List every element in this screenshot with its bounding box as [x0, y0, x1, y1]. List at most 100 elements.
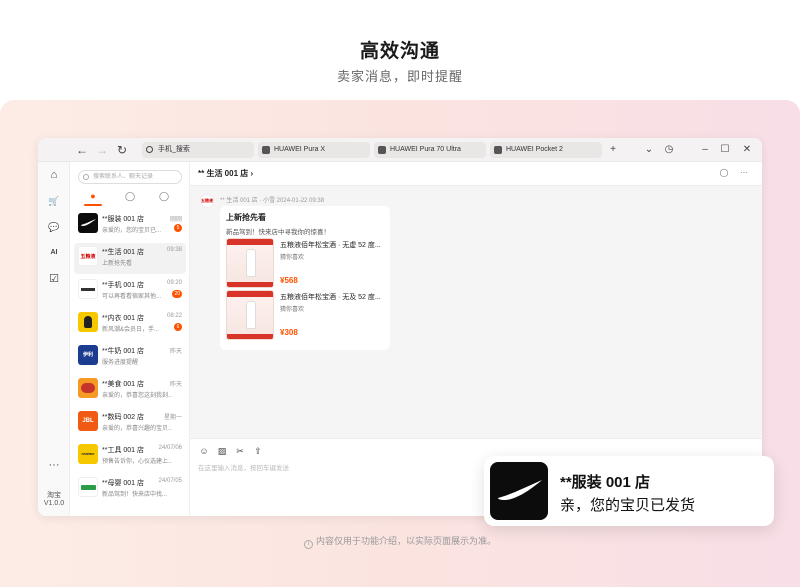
image-icon[interactable]: ▨	[216, 445, 228, 457]
avatar: 五粮液	[78, 246, 98, 266]
conversation-item[interactable]: **母婴 001 店 24/07/05 新品驾到！快来店中找...	[74, 474, 186, 505]
forward-button[interactable]: →	[94, 142, 110, 158]
tab-pura-70-ultra[interactable]: HUAWEI Pura 70 Ultra	[374, 142, 486, 158]
tab-pocket-2[interactable]: HUAWEI Pocket 2	[490, 142, 602, 158]
product-price: ¥308	[280, 328, 298, 337]
home-icon[interactable]: ⌂	[47, 168, 61, 182]
product-name: 五粮液佰年松宝酒 · 无虚 52 度...	[280, 240, 386, 250]
tab-label: HUAWEI Pura 70 Ultra	[390, 146, 461, 153]
message-input[interactable]: 在这里输入消息，按回车键发送	[198, 462, 289, 472]
swoosh-logo-icon	[490, 462, 548, 520]
tab-label: HUAWEI Pura X	[274, 146, 325, 153]
person-icon[interactable]: ◯	[718, 167, 730, 179]
group-icon[interactable]: ◯	[158, 190, 170, 202]
reload-button[interactable]: ↻	[114, 142, 130, 158]
product-thumb-icon	[262, 146, 270, 154]
product-card[interactable]: 五粮液佰年松宝酒 · 无虚 52 度... 猜你喜欢 ¥568	[226, 238, 386, 288]
close-button[interactable]: ✕	[740, 142, 754, 158]
chat-title-text: ** 生活 001 店	[198, 169, 248, 178]
chat-header: ** 生活 001 店 › ◯ ···	[190, 162, 762, 186]
left-rail: ⌂ 🛒 💬 AI ☑ ··· 淘宝 V1.0.0	[38, 162, 70, 516]
unread-badge: 6	[174, 323, 182, 331]
conversation-preview: 新品驾到！快来店中找...	[102, 489, 172, 498]
search-placeholder: 搜索联系人、聊天记录	[93, 174, 153, 180]
active-filter-underline	[84, 204, 102, 206]
conversation-name: **工具 001 店	[102, 445, 144, 455]
product-card[interactable]: 五粮液佰年松宝酒 · 无及 52 度... 猜你喜欢 ¥308	[226, 290, 386, 340]
unread-badge: 5	[174, 224, 182, 232]
conversation-item[interactable]: 伊利 **牛奶 001 店 昨天 服务进度提醒	[74, 342, 186, 373]
conversation-time: 08:22	[167, 313, 182, 319]
product-name: 五粮液佰年松宝酒 · 无及 52 度...	[280, 292, 386, 302]
tab-label: 手机_搜索	[158, 146, 190, 153]
orders-icon[interactable]: ☑	[47, 272, 61, 286]
emoji-icon[interactable]: ☺	[198, 445, 210, 457]
conversation-name: **内衣 001 店	[102, 313, 144, 323]
conversation-item[interactable]: **手机 001 店 09:20 可以再看看宿家其他... 20	[74, 276, 186, 307]
conversation-time: 星期一	[164, 412, 182, 421]
tab-dropdown-button[interactable]: ⌄	[642, 142, 656, 158]
more-icon[interactable]: ···	[47, 458, 61, 472]
conversation-preview: 预售告诉你，心仪选建上...	[102, 456, 172, 465]
product-price: ¥568	[280, 276, 298, 285]
filter-tabs: ● ◯ ◯	[70, 190, 190, 204]
conversation-item[interactable]: realme **工具 001 店 24/07/06 预售告诉你，心仪选建上..…	[74, 441, 186, 472]
back-button[interactable]: ←	[74, 142, 90, 158]
message-meta: ** 生活 001 店 · 小雪 2024-01-22 09:38	[220, 195, 324, 204]
notification-popup[interactable]: **服装 001 店 亲，您的宝贝已发货	[484, 456, 774, 526]
conversation-item[interactable]: **服装 001 店 刚刚 亲爱的，您的宝贝已... 5	[74, 210, 186, 241]
footnote: i内容仅用于功能介绍，以实际页面展示为准。	[0, 534, 800, 549]
avatar	[78, 312, 98, 332]
chevron-right-icon: ›	[250, 169, 253, 178]
more-icon[interactable]: ···	[738, 167, 750, 179]
card-title: 上新抢先看	[226, 212, 266, 223]
app-name: 淘宝	[38, 490, 70, 500]
message-card: 上新抢先看 新品驾到！快来店中寻我你的惊喜！ 五粮液佰年松宝酒 · 无虚 52 …	[220, 206, 390, 350]
conversation-name: **美食 001 店	[102, 379, 144, 389]
conversation-name: **数码 002 店	[102, 412, 144, 422]
avatar	[78, 378, 98, 398]
sender-avatar: 五粮液	[200, 194, 214, 208]
search-input[interactable]: 搜索联系人、聊天记录	[78, 170, 182, 184]
conversation-preview: 可以再看看宿家其他...	[102, 291, 172, 300]
ai-icon[interactable]: AI	[47, 246, 61, 260]
info-icon: i	[304, 540, 313, 549]
browser-topbar: ← → ↻ 手机_搜索 HUAWEI Pura X HUAWEI Pura 70…	[38, 138, 762, 162]
tab-pura-x[interactable]: HUAWEI Pura X	[258, 142, 370, 158]
footnote-text: 内容仅用于功能介绍，以实际页面展示为准。	[316, 536, 496, 546]
conversation-name: **手机 001 店	[102, 280, 144, 290]
conversation-preview: 服务进度提醒	[102, 357, 172, 366]
avatar	[78, 279, 98, 299]
cart-icon[interactable]: 🛒	[47, 194, 61, 208]
search-icon	[146, 146, 153, 153]
conversation-time: 刚刚	[170, 214, 182, 223]
message-icon[interactable]: 💬	[47, 220, 61, 234]
avatar: JBL	[78, 411, 98, 431]
conversation-item[interactable]: **美食 001 店 昨天 亲爱的，恭喜您这刻我刻...	[74, 375, 186, 406]
maximize-button[interactable]: ☐	[718, 142, 732, 158]
avatar	[78, 477, 98, 497]
conversation-item[interactable]: JBL **数码 002 店 星期一 亲爱的，恭喜兴趣的宝贝...	[74, 408, 186, 439]
tab-search[interactable]: 手机_搜索	[142, 142, 254, 158]
conversation-preview: 亲爱的，恭喜兴趣的宝贝...	[102, 423, 172, 432]
history-button[interactable]: ◷	[662, 142, 676, 158]
upload-icon[interactable]: ⇪	[252, 445, 264, 457]
conversation-item[interactable]: **内衣 001 店 08:22 新风潮&会员日，手... 6	[74, 309, 186, 340]
product-image	[226, 290, 274, 340]
person-icon[interactable]: ◯	[124, 190, 136, 202]
minimize-button[interactable]: –	[698, 142, 712, 158]
conversation-time: 昨天	[170, 346, 182, 355]
filter-all-icon[interactable]: ●	[87, 190, 99, 202]
conversation-preview: 上新抢先看	[102, 258, 172, 267]
chat-title[interactable]: ** 生活 001 店 ›	[198, 168, 253, 179]
conversation-preview: 亲爱的，恭喜您这刻我刻...	[102, 390, 172, 399]
product-thumb-icon	[494, 146, 502, 154]
new-tab-button[interactable]: +	[606, 142, 620, 158]
conversation-name: **母婴 001 店	[102, 478, 144, 488]
scissors-icon[interactable]: ✂	[234, 445, 246, 457]
tab-label: HUAWEI Pocket 2	[506, 146, 563, 153]
conversation-item[interactable]: 五粮液 **生活 001 店 09:38 上新抢先看	[74, 243, 186, 274]
conversation-preview: 亲爱的，您的宝贝已...	[102, 225, 172, 234]
product-tag: 猜你喜欢	[280, 304, 304, 313]
conversation-name: **生活 001 店	[102, 247, 144, 257]
